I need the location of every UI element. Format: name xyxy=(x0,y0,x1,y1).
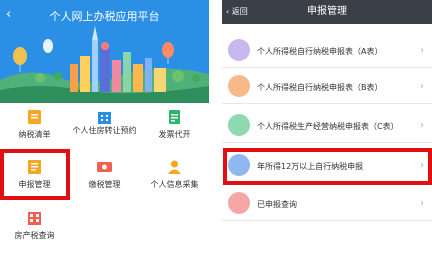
highlight-box-declaration xyxy=(0,149,70,200)
list-item-form-a[interactable]: 个人所得税自行纳税申报表（A表） › xyxy=(222,34,432,68)
grid-item-house-transfer[interactable]: 个人住房转让预约 xyxy=(70,103,139,149)
grid-item-payment[interactable]: 缴税管理 xyxy=(70,153,139,199)
declared-query-icon xyxy=(228,192,250,214)
grid-item-label: 房产税查询 xyxy=(14,231,55,240)
tax-list-icon xyxy=(28,110,41,124)
grid-item-label: 发票代开 xyxy=(158,130,191,139)
chevron-right-icon: › xyxy=(420,81,424,92)
grid-item-property-tax[interactable]: 房产税查询 xyxy=(0,204,69,250)
invoice-icon xyxy=(169,110,180,124)
list-item-label: 个人所得税生产经营纳税申报表（C表） xyxy=(257,121,399,131)
right-phone-screen: ‹ 返回 申报管理 个人所得税自行纳税申报表（A表） › 个人所得税自行纳税申报… xyxy=(222,0,432,256)
chevron-right-icon: › xyxy=(420,45,424,56)
list-item-declared-query[interactable]: 已申报查询 › xyxy=(222,187,432,221)
house-transfer-icon xyxy=(98,112,111,124)
property-tax-icon xyxy=(28,212,41,225)
chevron-right-icon: › xyxy=(420,198,424,209)
chevron-right-icon: › xyxy=(420,120,424,131)
grid-item-label: 个人住房转让预约 xyxy=(72,126,137,135)
app-header-banner: ‹ 个人网上办税应用平台 xyxy=(0,0,209,103)
list-item-label: 个人所得税自行纳税申报表（B表） xyxy=(257,82,383,92)
grid-item-label: 个人信息采集 xyxy=(150,180,199,189)
form-b-icon xyxy=(228,75,250,97)
page-title: 申报管理 xyxy=(307,6,347,17)
left-phone-screen: ‹ 个人网上办税应用平台 纳税清单 个人住房转让预约 发票代开 申报管理 缴税管… xyxy=(0,0,209,256)
list-item-label: 已申报查询 xyxy=(257,199,297,209)
person-info-icon xyxy=(168,160,181,174)
grid-item-tax-list[interactable]: 纳税清单 xyxy=(0,103,69,149)
nav-bar: ‹ 返回 申报管理 xyxy=(222,0,432,24)
grid-item-label: 纳税清单 xyxy=(18,130,51,139)
payment-icon xyxy=(97,162,112,172)
list-item-label: 个人所得税自行纳税申报表（A表） xyxy=(257,46,383,56)
highlight-box-annual-income xyxy=(223,148,432,185)
grid-item-invoice[interactable]: 发票代开 xyxy=(140,103,209,149)
grid-item-person-info[interactable]: 个人信息采集 xyxy=(140,153,209,199)
form-a-icon xyxy=(228,39,250,61)
city-skyline-illustration xyxy=(0,26,209,103)
list-item-form-c[interactable]: 个人所得税生产经营纳税申报表（C表） › xyxy=(222,109,432,143)
form-c-icon xyxy=(228,114,250,136)
grid-item-label: 缴税管理 xyxy=(88,180,121,189)
list-item-form-b[interactable]: 个人所得税自行纳税申报表（B表） › xyxy=(222,70,432,104)
